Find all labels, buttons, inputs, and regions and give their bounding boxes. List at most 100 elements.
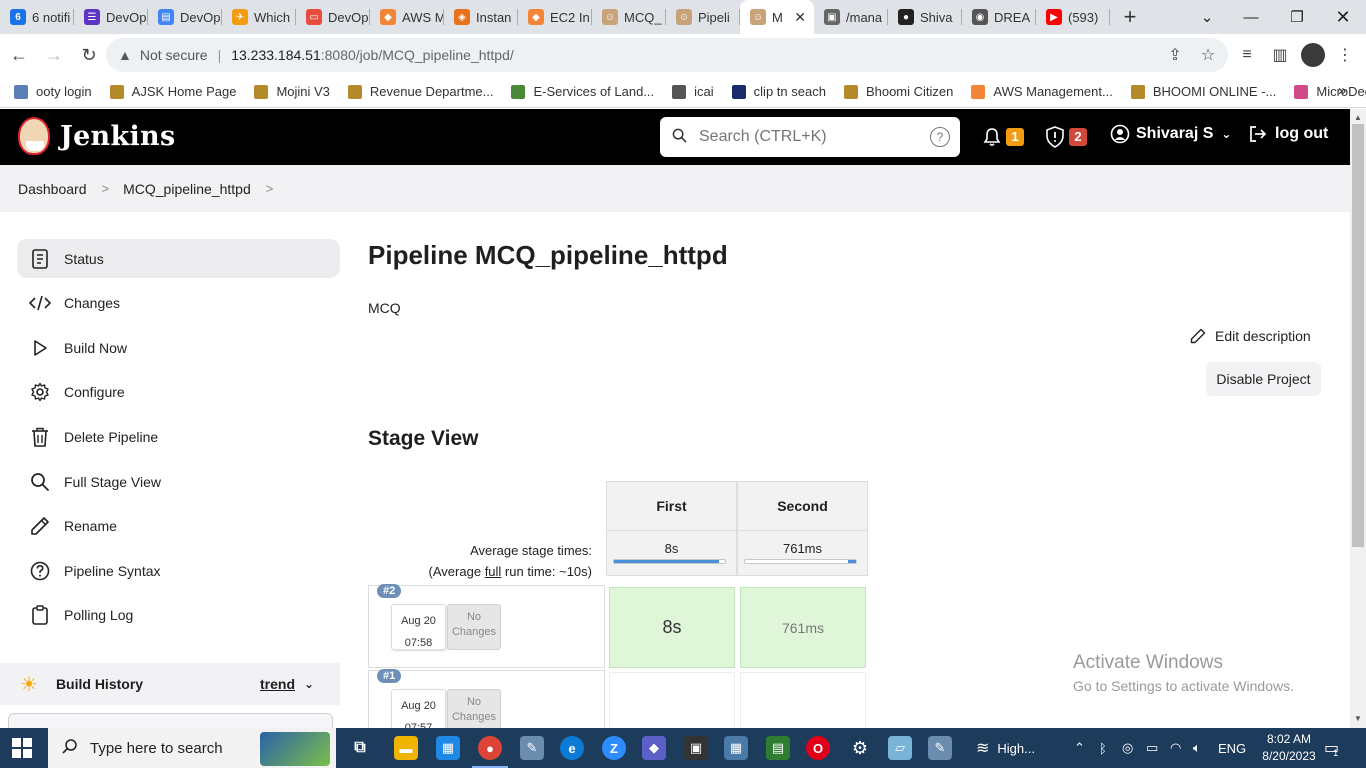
build-number-badge[interactable]: #1 <box>377 669 402 683</box>
sidebar-item-rename[interactable]: Rename <box>17 506 340 545</box>
taskbar-search[interactable]: Type here to search <box>48 728 336 768</box>
scroll-down-icon[interactable]: ▼ <box>1354 714 1362 723</box>
sidebar-item-build-now[interactable]: Build Now <box>17 328 340 367</box>
trend-link[interactable]: trend <box>260 676 295 692</box>
stage-cell-first[interactable] <box>609 672 735 728</box>
search-help-icon[interactable]: ? <box>930 127 950 147</box>
notification-center-icon[interactable]: ▭ 1 <box>1324 728 1339 768</box>
bookmark-item[interactable]: MicroDegree <box>1294 84 1366 99</box>
tray-chevron-icon[interactable]: ⌃ <box>1074 728 1085 768</box>
clock[interactable]: 8:02 AM 8/20/2023 <box>1256 731 1322 765</box>
browser-tab[interactable]: ☰ DevOp <box>74 0 148 34</box>
disable-project-button[interactable]: Disable Project <box>1206 362 1321 396</box>
sidebar-item-changes[interactable]: Changes <box>17 283 340 322</box>
app-icon[interactable]: ◆ <box>642 736 666 760</box>
wifi-icon[interactable]: ◠ <box>1170 728 1181 768</box>
sidebar-item-polling-log[interactable]: Polling Log <box>17 595 340 634</box>
sidebar-item-configure[interactable]: Configure <box>17 372 340 411</box>
bookmark-star-icon[interactable]: ☆ <box>1193 38 1223 72</box>
chevron-down-icon[interactable]: ⌄ <box>304 677 314 691</box>
reload-icon[interactable]: ↻ <box>73 39 105 71</box>
browser-tab[interactable]: ▤ DevOp <box>148 0 222 34</box>
bookmark-item[interactable]: clip tn seach <box>731 84 826 99</box>
chevron-right-icon[interactable]: > <box>266 181 274 196</box>
browser-tab[interactable]: ✈ Which <box>222 0 296 34</box>
edit-description-link[interactable]: Edit description <box>1190 328 1311 344</box>
build-history-header[interactable]: ☀ Build History trend ⌄ <box>0 663 340 705</box>
bookmark-item[interactable]: Bhoomi Citizen <box>843 84 953 99</box>
bookmark-item[interactable]: AWS Management... <box>971 84 1113 99</box>
browser-tab[interactable]: ● Shiva <box>888 0 962 34</box>
scroll-up-icon[interactable]: ▲ <box>1354 113 1362 122</box>
browser-tab[interactable]: 6 6 notifi <box>0 0 74 34</box>
bookmark-item[interactable]: BHOOMI ONLINE -... <box>1130 84 1276 99</box>
task-view-icon[interactable]: ⧉ <box>348 736 372 760</box>
bookmark-item[interactable]: Mojini V3 <box>254 84 330 99</box>
zoom-icon[interactable]: Z <box>602 736 626 760</box>
windows-start-icon[interactable] <box>12 738 32 758</box>
sidebar-item-delete-pipeline[interactable]: Delete Pipeline <box>17 417 340 456</box>
tab-search-icon[interactable]: ⌄ <box>1184 0 1230 34</box>
browser-tab[interactable]: ▶ (593) <box>1036 0 1110 34</box>
no-changes-box[interactable]: No Changes <box>447 604 501 650</box>
browser-tab[interactable]: ☺ M ✕ <box>740 0 814 34</box>
minimize-icon[interactable]: — <box>1228 0 1274 34</box>
tab-close-icon[interactable]: ✕ <box>794 9 806 26</box>
close-window-icon[interactable]: ✕ <box>1320 0 1366 34</box>
search-box[interactable]: ? <box>660 117 960 157</box>
chrome-icon[interactable]: ● <box>472 736 508 768</box>
browser-tab[interactable]: ◈ Instan <box>444 0 518 34</box>
bookmarks-overflow-icon[interactable]: » <box>1338 82 1346 99</box>
paint-icon[interactable]: ✎ <box>520 736 544 760</box>
browser-tab[interactable]: ☺ Pipeli <box>666 0 740 34</box>
browser-tab[interactable]: ☺ MCQ_ <box>592 0 666 34</box>
search-input[interactable] <box>699 128 919 146</box>
browser-tab[interactable]: ▣ /mana <box>814 0 888 34</box>
bookmark-item[interactable]: AJSK Home Page <box>109 84 236 99</box>
chevron-right-icon[interactable]: > <box>102 181 110 196</box>
reading-list-icon[interactable]: ≡ <box>1232 38 1262 72</box>
build-number-badge[interactable]: #2 <box>377 584 402 598</box>
volume-icon[interactable]: 🔈︎ <box>1193 728 1201 768</box>
logout-button[interactable]: log out <box>1248 124 1328 144</box>
language-indicator[interactable]: ENG <box>1218 728 1246 768</box>
weather-widget[interactable]: ≋ High... <box>976 728 1035 768</box>
bluetooth-icon[interactable]: ᛒ <box>1099 728 1107 768</box>
bookmark-item[interactable]: Revenue Departme... <box>347 84 493 99</box>
url-field[interactable]: ▲ Not secure | 13.233.184.51 :8080/job/M… <box>106 38 1228 72</box>
settings-icon[interactable]: ⚙ <box>848 736 872 760</box>
restore-icon[interactable]: ❐ <box>1274 0 1320 34</box>
notepad-icon[interactable]: ▱ <box>888 736 912 760</box>
bookmark-item[interactable]: icai <box>672 84 714 99</box>
browser-tab[interactable]: ◉ DREA <box>962 0 1036 34</box>
browser-menu-icon[interactable]: ⋮ <box>1330 38 1360 72</box>
warning-icon[interactable]: ▲ <box>118 47 132 63</box>
side-panel-icon[interactable]: ▥ <box>1265 38 1295 72</box>
profile-avatar[interactable] <box>1298 38 1328 72</box>
opera-icon[interactable]: O <box>806 736 830 760</box>
sidebar-item-status[interactable]: Status <box>17 239 340 278</box>
bookmark-item[interactable]: ooty login <box>14 84 92 99</box>
back-icon[interactable]: ← <box>3 39 35 71</box>
store-icon[interactable]: ▦ <box>436 736 460 760</box>
chart-app-icon[interactable]: ▤ <box>766 736 790 760</box>
terminal-icon[interactable]: ▣ <box>684 736 708 760</box>
browser-tab[interactable]: ▭ DevOp <box>296 0 370 34</box>
stage-cell-second[interactable]: 761ms <box>740 587 866 668</box>
browser-tab[interactable]: ◆ AWS M <box>370 0 444 34</box>
notifications-button[interactable]: 1 <box>982 125 1024 149</box>
breadcrumb-dashboard[interactable]: Dashboard <box>18 181 87 197</box>
edge-icon[interactable]: e <box>560 736 584 760</box>
security-label[interactable]: Not secure <box>140 47 208 63</box>
file-explorer-icon[interactable]: ▬ <box>394 736 418 760</box>
jenkins-logo[interactable]: Jenkins <box>18 117 175 155</box>
new-tab-button[interactable]: + <box>1110 0 1150 34</box>
full-run-link[interactable]: full <box>485 564 502 579</box>
stage-cell-first[interactable]: 8s <box>609 587 735 668</box>
stage-cell-second[interactable] <box>740 672 866 728</box>
sidebar-item-pipeline-syntax[interactable]: Pipeline Syntax <box>17 551 340 590</box>
breadcrumb-job[interactable]: MCQ_pipeline_httpd <box>123 181 251 197</box>
forward-icon[interactable]: → <box>38 39 70 71</box>
bookmark-item[interactable]: E-Services of Land... <box>511 84 654 99</box>
calculator-icon[interactable]: ▦ <box>724 736 748 760</box>
